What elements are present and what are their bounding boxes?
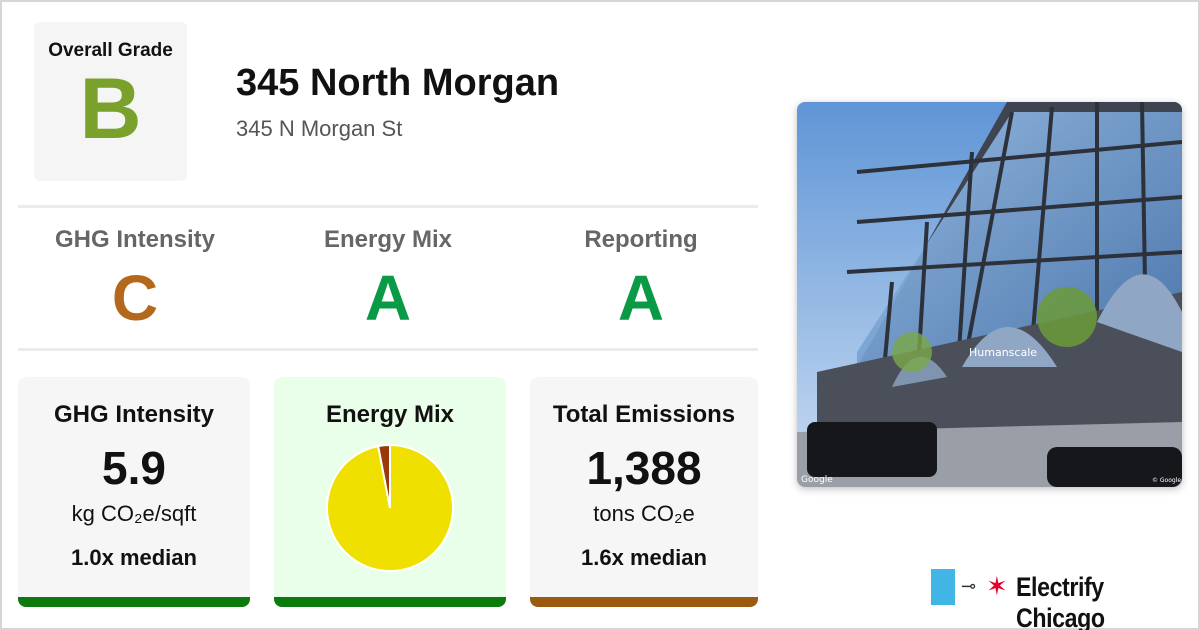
ghg-card-median: 1.0x median: [71, 545, 197, 570]
photo-sign-text: Humanscale: [969, 346, 1037, 359]
emissions-card-median: 1.6x median: [581, 545, 707, 570]
subgrade-reporting-label: Reporting: [584, 226, 698, 253]
building-address: 345 N Morgan St: [236, 116, 403, 141]
overall-grade-value: B: [79, 61, 142, 157]
subgrade-energy-mix: Energy Mix A: [263, 226, 513, 334]
overall-grade-label: Overall Grade: [48, 40, 173, 61]
ghg-card-title: GHG Intensity: [53, 401, 215, 428]
building-street-view-photo: Humanscale Google © Google: [797, 102, 1182, 487]
energy-card-title: Energy Mix: [325, 401, 455, 428]
subgrade-energy-mix-label: Energy Mix: [323, 226, 453, 253]
total-emissions-card: Total Emissions 1,388 tons CO₂e 1.6x med…: [530, 377, 758, 607]
subgrade-ghg-value: C: [111, 262, 159, 334]
energy-card-status-bar: [274, 597, 506, 607]
subgrade-reporting: Reporting A: [516, 226, 766, 334]
ghg-intensity-card: GHG Intensity 5.9 kg CO₂e/sqft 1.0x medi…: [18, 377, 250, 607]
building-name: 345 North Morgan: [236, 62, 560, 104]
ghg-card-status-bar: [18, 597, 250, 607]
subgrade-ghg: GHG Intensity C: [10, 226, 260, 334]
divider-middle: [18, 348, 758, 351]
ghg-card-value: 5.9: [102, 442, 166, 494]
emissions-card-unit: tons CO₂e: [593, 501, 695, 526]
brand-accent-block: [931, 569, 955, 605]
chicago-star-icon: ✶: [986, 571, 1008, 601]
photo-watermark-left: Google: [801, 475, 833, 485]
emissions-card-title: Total Emissions: [552, 401, 736, 428]
subgrade-reporting-value: A: [617, 262, 665, 334]
ghg-card-unit: kg CO₂e/sqft: [71, 501, 197, 526]
energy-mix-pie-chart: [326, 443, 454, 572]
energy-mix-card: Energy Mix: [274, 377, 506, 607]
emissions-card-status-bar: [530, 597, 758, 607]
divider-top: [18, 205, 758, 208]
emissions-card-value: 1,388: [586, 442, 702, 494]
plug-icon: ⊸: [961, 576, 977, 596]
photo-watermark-right: © Google: [1152, 477, 1181, 484]
overall-grade-box: Overall Grade B: [34, 22, 187, 181]
subgrade-energy-mix-value: A: [364, 262, 412, 334]
brand-logo-text: Electrify Chicago: [1016, 572, 1105, 630]
subgrade-ghg-label: GHG Intensity: [54, 226, 216, 253]
